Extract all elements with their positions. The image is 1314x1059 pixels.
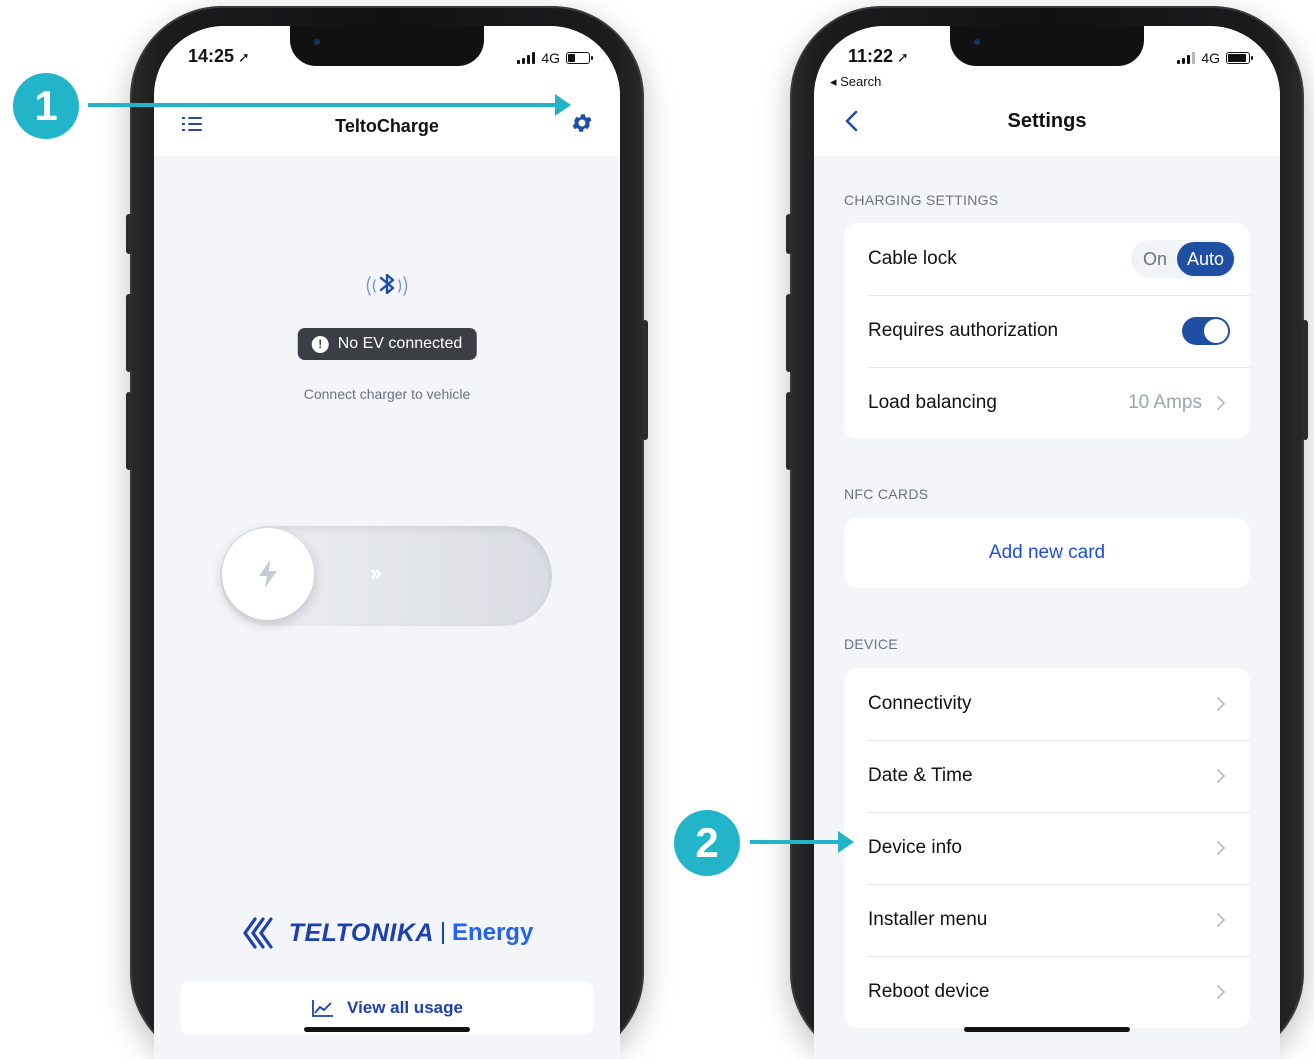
network-type: 4G xyxy=(541,50,560,66)
power-button xyxy=(1302,320,1308,440)
annotation-step-1-arrowhead xyxy=(555,94,571,116)
requires-authorization-row: Requires authorization xyxy=(844,295,1250,367)
home-indicator[interactable] xyxy=(304,1027,470,1032)
brand-product: Energy xyxy=(451,919,534,946)
annotation-step-2-arrow xyxy=(750,840,840,844)
cable-lock-option-on[interactable]: On xyxy=(1133,242,1177,276)
volume-up-button xyxy=(126,294,132,372)
battery-icon xyxy=(566,52,593,64)
ev-status-label: No EV connected xyxy=(337,335,463,352)
right-phone-frame: 11:22 ➚ 4G ◂ Search Settings CHARGING SET… xyxy=(786,6,1308,1059)
requires-authorization-label: Requires authorization xyxy=(868,320,1059,341)
cable-lock-label: Cable lock xyxy=(868,248,957,269)
section-label-charging: CHARGING SETTINGS xyxy=(844,192,999,208)
cable-lock-segmented-control[interactable]: On Auto xyxy=(1130,240,1236,278)
signal-icon xyxy=(517,52,536,64)
device-card: Connectivity Date & Time Device info Ins… xyxy=(844,668,1250,1028)
nfc-card: Add new card xyxy=(844,518,1250,588)
load-balancing-row[interactable]: Load balancing 10 Amps xyxy=(844,367,1250,439)
notch xyxy=(290,26,484,66)
bluetooth-icon xyxy=(366,273,408,296)
location-arrow-icon: ➚ xyxy=(238,49,250,65)
right-screen: 11:22 ➚ 4G ◂ Search Settings CHARGING SET… xyxy=(814,26,1280,1059)
settings-content: CHARGING SETTINGS Cable lock On Auto Req… xyxy=(814,156,1280,1059)
app-title: TeltoCharge xyxy=(335,116,439,136)
device-item-installer-menu[interactable]: Installer menu xyxy=(844,884,1250,956)
chevron-right-icon xyxy=(1217,985,1226,999)
silent-switch xyxy=(786,214,792,254)
silent-switch xyxy=(126,214,132,254)
device-item-label: Installer menu xyxy=(868,909,988,930)
notch xyxy=(950,26,1144,66)
chevron-right-icon xyxy=(1217,841,1226,855)
warning-icon: ! xyxy=(311,335,329,353)
cable-lock-option-auto[interactable]: Auto xyxy=(1176,242,1234,276)
left-screen: 14:25 ➚ 4G TeltoCharge ! No EV connected… xyxy=(154,26,620,1059)
section-label-device: DEVICE xyxy=(844,636,898,652)
status-time: 14:25 ➚ xyxy=(188,46,250,66)
brand-name: TELTONIKA xyxy=(288,918,434,947)
status-time: 11:22 ➚ xyxy=(848,46,909,66)
signal-icon xyxy=(1177,52,1196,64)
teltonika-logo-icon xyxy=(242,917,273,949)
volume-down-button xyxy=(126,392,132,470)
lightning-icon xyxy=(259,560,277,588)
view-all-usage-label: View all usage xyxy=(347,998,463,1017)
left-phone-frame: 14:25 ➚ 4G TeltoCharge ! No EV connected… xyxy=(126,6,648,1059)
annotation-step-1-badge: 1 xyxy=(13,73,79,139)
slide-chevrons-icon: ›› xyxy=(370,560,382,585)
device-item-label: Device info xyxy=(868,837,962,858)
charging-settings-card: Cable lock On Auto Requires authorizatio… xyxy=(844,223,1250,439)
home-content: ! No EV connected Connect charger to veh… xyxy=(154,156,620,1059)
volume-down-button xyxy=(786,392,792,470)
device-item-label: Date & Time xyxy=(868,765,973,786)
device-item-reboot-device[interactable]: Reboot device xyxy=(844,956,1250,1028)
network-type: 4G xyxy=(1201,50,1220,66)
add-new-card-button[interactable]: Add new card xyxy=(844,518,1250,588)
brand-logo: TELTONIKA Energy xyxy=(154,916,620,950)
ev-status-hint: Connect charger to vehicle xyxy=(303,386,471,402)
ev-status-badge: ! No EV connected xyxy=(297,328,477,360)
device-item-device-info[interactable]: Device info xyxy=(844,812,1250,884)
charge-slider[interactable]: ›› xyxy=(220,526,552,626)
load-balancing-value: 10 Amps xyxy=(1128,392,1202,413)
settings-header: Settings xyxy=(814,96,1280,156)
device-item-connectivity[interactable]: Connectivity xyxy=(844,668,1250,740)
chevron-right-icon xyxy=(1217,697,1226,711)
chevron-right-icon xyxy=(1217,913,1226,927)
requires-authorization-toggle[interactable] xyxy=(1182,317,1230,345)
chevron-right-icon xyxy=(1217,396,1226,410)
gear-icon[interactable] xyxy=(570,111,594,135)
annotation-step-2-badge: 2 xyxy=(674,810,740,876)
battery-icon xyxy=(1226,52,1253,64)
section-label-nfc: NFC CARDS xyxy=(844,486,929,502)
location-arrow-icon: ➚ xyxy=(897,49,909,65)
volume-up-button xyxy=(786,294,792,372)
power-button xyxy=(642,320,648,440)
annotation-step-1-arrow xyxy=(88,103,556,107)
page-title: Settings xyxy=(1007,110,1087,132)
device-item-date-time[interactable]: Date & Time xyxy=(844,740,1250,812)
slider-knob[interactable] xyxy=(222,528,314,620)
device-item-label: Reboot device xyxy=(868,981,990,1002)
back-to-search-link[interactable]: ◂ Search xyxy=(830,74,881,90)
cable-lock-row: Cable lock On Auto xyxy=(844,223,1250,295)
brand-separator xyxy=(441,922,444,944)
device-item-label: Connectivity xyxy=(868,693,972,714)
home-indicator[interactable] xyxy=(964,1027,1130,1032)
chevron-right-icon xyxy=(1217,769,1226,783)
load-balancing-label: Load balancing xyxy=(868,392,997,413)
chart-line-icon xyxy=(312,1000,334,1017)
annotation-step-2-arrowhead xyxy=(838,831,854,853)
